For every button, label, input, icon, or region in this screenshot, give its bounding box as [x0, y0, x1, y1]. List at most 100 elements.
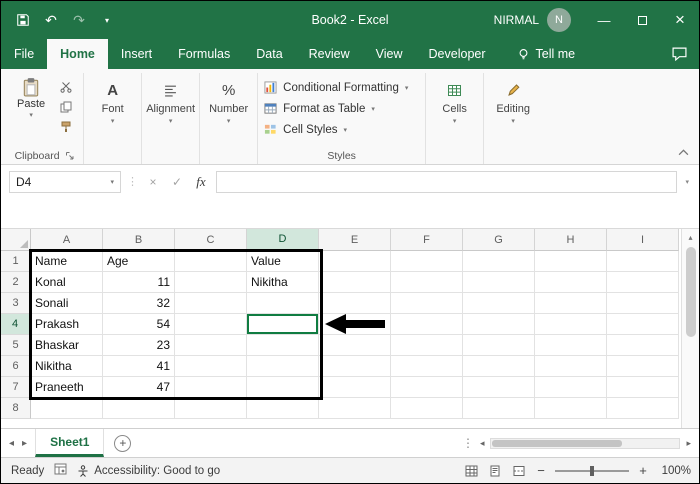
- cell-D7[interactable]: [247, 377, 319, 398]
- redo-button[interactable]: ↷: [67, 8, 91, 32]
- tab-home[interactable]: Home: [47, 39, 108, 69]
- cell-B4[interactable]: 54: [103, 314, 175, 335]
- page-break-view-button[interactable]: [511, 463, 527, 479]
- cell-E1[interactable]: [319, 251, 391, 272]
- vertical-scrollbar[interactable]: ▴: [681, 229, 699, 428]
- new-sheet-button[interactable]: +: [114, 434, 132, 452]
- cell-D4[interactable]: [247, 314, 319, 335]
- column-header-I[interactable]: I: [607, 229, 679, 251]
- expand-formula-bar-button[interactable]: ▾: [683, 178, 691, 186]
- cell-G1[interactable]: [463, 251, 535, 272]
- conditional-formatting-button[interactable]: Conditional Formatting ▾: [264, 77, 408, 98]
- cell-F7[interactable]: [391, 377, 463, 398]
- name-box[interactable]: D4 ▾: [9, 170, 121, 193]
- tell-me-box[interactable]: Tell me: [517, 39, 575, 69]
- cell-H7[interactable]: [535, 377, 607, 398]
- cell-D2[interactable]: Nikitha: [247, 272, 319, 293]
- scroll-up-icon[interactable]: ▴: [682, 229, 699, 245]
- normal-view-button[interactable]: [463, 463, 479, 479]
- hscroll-left-icon[interactable]: ◂: [478, 438, 487, 449]
- row-header-6[interactable]: 6: [1, 356, 31, 377]
- cell-I7[interactable]: [607, 377, 679, 398]
- cell-A2[interactable]: Konal: [31, 272, 103, 293]
- cell-H5[interactable]: [535, 335, 607, 356]
- row-header-7[interactable]: 7: [1, 377, 31, 398]
- cell-H3[interactable]: [535, 293, 607, 314]
- confirm-entry-button[interactable]: ✓: [168, 175, 186, 189]
- cut-button[interactable]: [57, 79, 75, 95]
- tab-developer[interactable]: Developer: [416, 39, 499, 69]
- column-header-E[interactable]: E: [319, 229, 391, 251]
- close-button[interactable]: ×: [661, 1, 699, 39]
- cell-I8[interactable]: [607, 398, 679, 419]
- editing-group[interactable]: Editing ▾: [484, 73, 542, 164]
- tab-insert[interactable]: Insert: [108, 39, 165, 69]
- cell-F1[interactable]: [391, 251, 463, 272]
- row-header-3[interactable]: 3: [1, 293, 31, 314]
- cell-E6[interactable]: [319, 356, 391, 377]
- cell-styles-button[interactable]: Cell Styles ▾: [264, 119, 347, 140]
- alignment-group[interactable]: Alignment ▾: [142, 73, 201, 164]
- cell-C1[interactable]: [175, 251, 247, 272]
- cell-E2[interactable]: [319, 272, 391, 293]
- cell-C3[interactable]: [175, 293, 247, 314]
- cell-G5[interactable]: [463, 335, 535, 356]
- cell-A8[interactable]: [31, 398, 103, 419]
- cell-B1[interactable]: Age: [103, 251, 175, 272]
- cell-G3[interactable]: [463, 293, 535, 314]
- collapse-ribbon-button[interactable]: [678, 143, 689, 161]
- cell-H4[interactable]: [535, 314, 607, 335]
- cell-C6[interactable]: [175, 356, 247, 377]
- page-layout-view-button[interactable]: [487, 463, 503, 479]
- row-header-5[interactable]: 5: [1, 335, 31, 356]
- format-as-table-button[interactable]: Format as Table ▾: [264, 98, 375, 119]
- cell-A3[interactable]: Sonali: [31, 293, 103, 314]
- minimize-button[interactable]: —: [585, 1, 623, 39]
- cell-A5[interactable]: Bhaskar: [31, 335, 103, 356]
- sheet-tab-sheet1[interactable]: Sheet1: [35, 429, 105, 457]
- cell-D1[interactable]: Value: [247, 251, 319, 272]
- select-all-button[interactable]: [1, 229, 31, 251]
- comments-icon[interactable]: [672, 47, 687, 61]
- cell-G4[interactable]: [463, 314, 535, 335]
- row-header-8[interactable]: 8: [1, 398, 31, 419]
- cell-D5[interactable]: [247, 335, 319, 356]
- cell-A7[interactable]: Praneeth: [31, 377, 103, 398]
- paste-button[interactable]: Paste ▾: [11, 75, 51, 121]
- cell-A4[interactable]: Prakash: [31, 314, 103, 335]
- cell-B3[interactable]: 32: [103, 293, 175, 314]
- tab-file[interactable]: File: [1, 39, 47, 69]
- cell-E5[interactable]: [319, 335, 391, 356]
- clipboard-dialog-launcher[interactable]: [65, 151, 74, 160]
- cell-C8[interactable]: [175, 398, 247, 419]
- cell-H2[interactable]: [535, 272, 607, 293]
- cell-F5[interactable]: [391, 335, 463, 356]
- cell-C5[interactable]: [175, 335, 247, 356]
- cell-I3[interactable]: [607, 293, 679, 314]
- cell-E3[interactable]: [319, 293, 391, 314]
- cell-I2[interactable]: [607, 272, 679, 293]
- cell-H1[interactable]: [535, 251, 607, 272]
- cell-C4[interactable]: [175, 314, 247, 335]
- tab-review[interactable]: Review: [296, 39, 363, 69]
- zoom-slider-thumb[interactable]: [590, 465, 594, 476]
- column-header-C[interactable]: C: [175, 229, 247, 251]
- cell-F6[interactable]: [391, 356, 463, 377]
- cell-E7[interactable]: [319, 377, 391, 398]
- cell-B7[interactable]: 47: [103, 377, 175, 398]
- cell-D8[interactable]: [247, 398, 319, 419]
- sheet-nav-right-icon[interactable]: ▸: [22, 438, 27, 449]
- tab-formulas[interactable]: Formulas: [165, 39, 243, 69]
- cell-G2[interactable]: [463, 272, 535, 293]
- sheet-nav-left-icon[interactable]: ◂: [9, 438, 14, 449]
- formula-input[interactable]: [216, 170, 678, 193]
- column-header-B[interactable]: B: [103, 229, 175, 251]
- column-header-A[interactable]: A: [31, 229, 103, 251]
- cell-F4[interactable]: [391, 314, 463, 335]
- macro-record-button[interactable]: [54, 463, 67, 478]
- tab-view[interactable]: View: [363, 39, 416, 69]
- cell-I1[interactable]: [607, 251, 679, 272]
- column-header-F[interactable]: F: [391, 229, 463, 251]
- maximize-button[interactable]: [623, 1, 661, 39]
- row-header-2[interactable]: 2: [1, 272, 31, 293]
